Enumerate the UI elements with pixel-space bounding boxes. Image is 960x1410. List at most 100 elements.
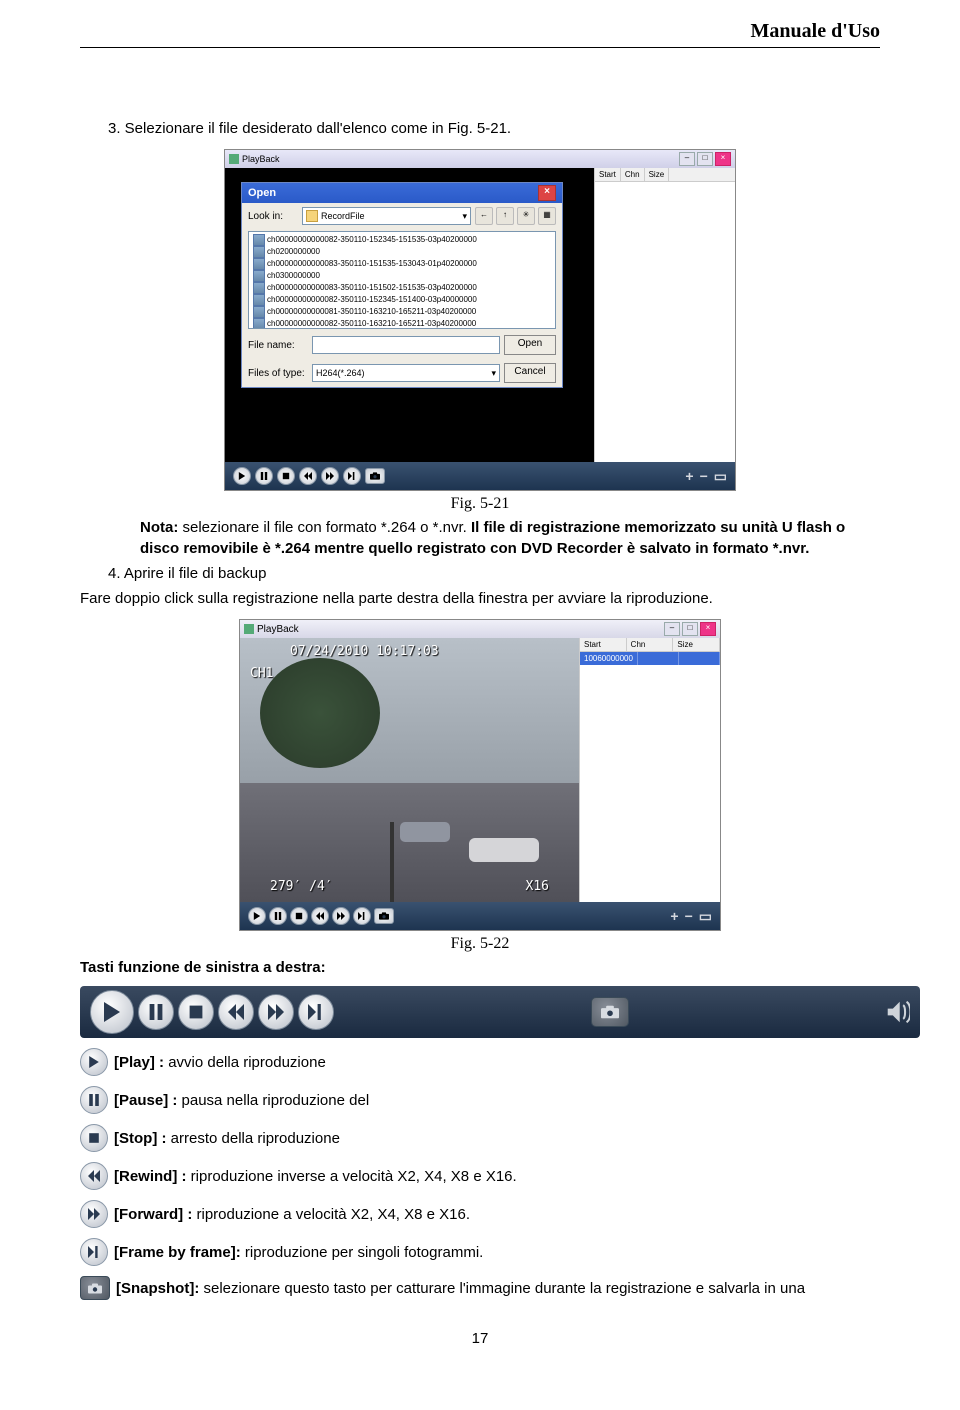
minimize-button[interactable]: –: [679, 152, 695, 166]
osd-speed: X16: [526, 879, 549, 894]
step-4-title: 4. Aprire il file di backup: [80, 563, 880, 584]
file-item[interactable]: ch0200000000: [253, 246, 320, 258]
playlist-panel: Start Chn Size 10060000000: [579, 638, 720, 902]
frame-icon[interactable]: [343, 467, 361, 485]
zoom-reset-icon[interactable]: ▭: [699, 908, 712, 925]
close-button[interactable]: ×: [715, 152, 731, 166]
col-size: Size: [673, 638, 720, 651]
viewmenu-icon[interactable]: ▦: [538, 207, 556, 225]
lookin-combo[interactable]: RecordFile ▾: [302, 207, 471, 225]
screenshot-playback-open-dialog: PlayBack – □ × Open × Look in:: [224, 149, 736, 491]
zoom-out-icon[interactable]: −: [685, 908, 693, 925]
toolbar-caption: Tasti funzione de sinistra a destra:: [80, 957, 880, 978]
page-header-title: Manuale d'Uso: [80, 20, 880, 43]
pause-icon[interactable]: [255, 467, 273, 485]
note-line: Nota: selezionare il file con formato *.…: [80, 517, 880, 559]
play-button[interactable]: [90, 990, 134, 1034]
forward-icon[interactable]: [321, 467, 339, 485]
playlist-panel: Start Chn Size: [594, 168, 735, 462]
file-item[interactable]: ch00000000000083-350110-151535-153043-01…: [253, 258, 477, 270]
maximize-button[interactable]: □: [682, 622, 698, 636]
video-area-black: Open × Look in: RecordFile ▾ ← ↑: [225, 168, 594, 462]
file-item[interactable]: ch00000000000082-350110-163210-165211-03…: [253, 318, 476, 329]
filename-label: File name:: [248, 340, 308, 351]
pause-button[interactable]: [138, 994, 174, 1030]
frame-button[interactable]: [298, 994, 334, 1030]
play-icon[interactable]: [233, 467, 251, 485]
header-divider: [80, 47, 880, 48]
osd-channel: CH1: [250, 666, 273, 681]
rewind-icon: [80, 1162, 108, 1190]
camera-icon: [80, 1276, 110, 1300]
back-icon[interactable]: ←: [475, 207, 493, 225]
stop-icon: [80, 1124, 108, 1152]
stop-button[interactable]: [178, 994, 214, 1030]
play-icon[interactable]: [248, 907, 266, 925]
file-icon: [253, 282, 265, 294]
step-3-text: 3. Selezionare il file desiderato dall'e…: [80, 118, 880, 139]
col-chn: Chn: [627, 638, 674, 651]
snapshot-icon[interactable]: [374, 908, 394, 924]
filename-input[interactable]: [312, 336, 500, 354]
pause-icon: [80, 1086, 108, 1114]
window-title: PlayBack: [257, 624, 299, 635]
file-icon: [253, 270, 265, 282]
file-icon: [253, 306, 265, 318]
zoom-reset-icon[interactable]: ▭: [714, 468, 727, 485]
col-size: Size: [645, 168, 670, 181]
file-list[interactable]: ch00000000000082-350110-152345-151535-03…: [248, 231, 556, 329]
lookin-value: RecordFile: [321, 211, 365, 221]
zoom-out-icon[interactable]: −: [700, 468, 708, 485]
volume-icon[interactable]: [886, 1000, 910, 1024]
open-button[interactable]: Open: [504, 335, 556, 355]
stop-icon[interactable]: [290, 907, 308, 925]
app-icon: [244, 624, 254, 634]
maximize-button[interactable]: □: [697, 152, 713, 166]
filetype-label: Files of type:: [248, 368, 308, 379]
window-titlebar: PlayBack – □ ×: [240, 620, 720, 638]
zoom-in-icon[interactable]: +: [670, 908, 678, 925]
file-item[interactable]: ch0300000000: [253, 270, 320, 282]
file-icon: [253, 318, 265, 329]
file-item[interactable]: ch00000000000082-350110-152345-151535-03…: [253, 234, 477, 246]
play-icon: [80, 1048, 108, 1076]
desc-pause: [Pause] : pausa nella riproduzione del: [80, 1086, 880, 1114]
dialog-close-button[interactable]: ×: [538, 185, 556, 201]
zoom-in-icon[interactable]: +: [685, 468, 693, 485]
osd-timestamp: 07/24/2010 10:17:03: [290, 644, 439, 659]
window-titlebar: PlayBack – □ ×: [225, 150, 735, 168]
desc-stop: [Stop] : arresto della riproduzione: [80, 1124, 880, 1152]
file-item[interactable]: ch00000000000083-350110-151502-151535-03…: [253, 282, 477, 294]
rewind-icon[interactable]: [299, 467, 317, 485]
playlist-row-selected[interactable]: 10060000000: [580, 652, 720, 665]
frame-icon[interactable]: [353, 907, 371, 925]
cancel-button[interactable]: Cancel: [504, 363, 556, 383]
filetype-combo[interactable]: H264(*.264)▾: [312, 364, 500, 382]
file-item[interactable]: ch00000000000082-350110-152345-151400-03…: [253, 294, 477, 306]
osd-progress: 279′ /4′: [270, 879, 333, 894]
rewind-button[interactable]: [218, 994, 254, 1030]
pause-icon[interactable]: [269, 907, 287, 925]
desc-forward: [Forward] : riproduzione a velocità X2, …: [80, 1200, 880, 1228]
forward-icon[interactable]: [332, 907, 350, 925]
snapshot-icon[interactable]: [365, 468, 385, 484]
app-icon: [229, 154, 239, 164]
lookin-label: Look in:: [248, 211, 298, 222]
rewind-icon[interactable]: [311, 907, 329, 925]
step-4-text: Fare doppio click sulla registrazione ne…: [80, 588, 880, 609]
snapshot-button[interactable]: [591, 997, 629, 1027]
newfolder-icon[interactable]: ✳: [517, 207, 535, 225]
col-start: Start: [595, 168, 621, 181]
file-item[interactable]: ch00000000000081-350110-163210-165211-03…: [253, 306, 476, 318]
desc-play: [Play] : avvio della riproduzione: [80, 1048, 880, 1076]
up-icon[interactable]: ↑: [496, 207, 514, 225]
desc-frame: [Frame by frame]: riproduzione per singo…: [80, 1238, 880, 1266]
open-file-dialog: Open × Look in: RecordFile ▾ ← ↑: [241, 182, 563, 388]
minimize-button[interactable]: –: [664, 622, 680, 636]
close-button[interactable]: ×: [700, 622, 716, 636]
stop-icon[interactable]: [277, 467, 295, 485]
forward-button[interactable]: [258, 994, 294, 1030]
file-icon: [253, 294, 265, 306]
page-number: 17: [80, 1330, 880, 1347]
window-title: PlayBack: [242, 154, 280, 164]
